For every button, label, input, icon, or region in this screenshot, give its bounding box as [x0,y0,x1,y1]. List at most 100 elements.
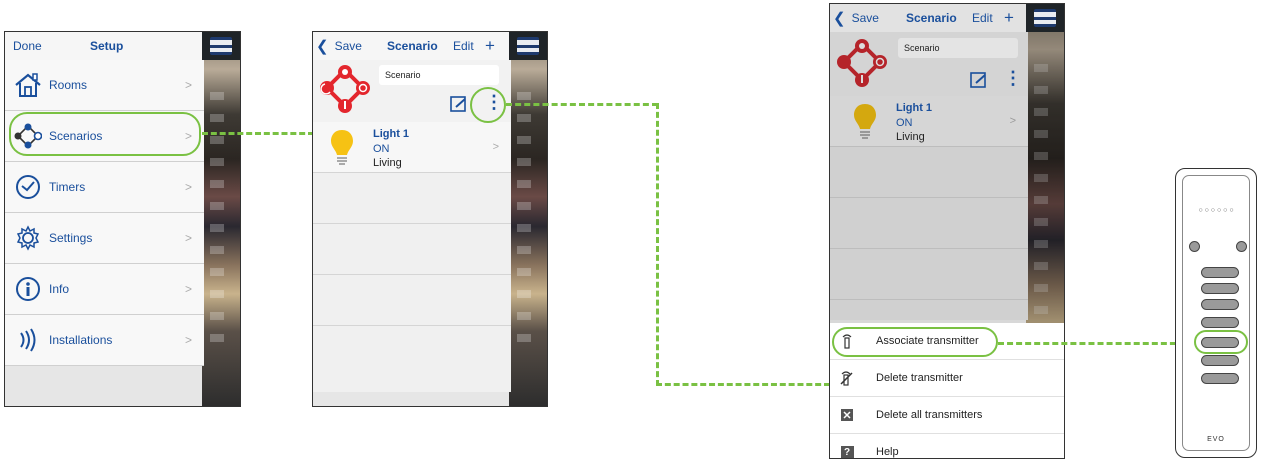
remote-face [1182,175,1250,451]
back-chevron-icon[interactable]: ❮ [316,37,329,55]
chevron-right-icon: > [184,333,192,347]
empty-row [313,275,511,326]
chevron-right-icon: > [184,282,192,296]
remote-channel-button[interactable] [1201,283,1239,294]
device-room: Living [896,131,925,143]
menu-item-info[interactable]: Info > [5,264,204,315]
signal-icon [13,325,43,355]
scenario-header: Scenario ⋮ [830,32,1028,96]
device-row[interactable]: Light 1 ON Living > [830,96,1028,147]
remote-led-dots: ○ ○ ○ ○ ○ ○ [1198,207,1234,214]
help-item[interactable]: ? Help [830,434,1064,458]
connector-line [998,342,1194,345]
remote-channel-button[interactable] [1201,317,1239,328]
help-icon: ? [838,443,856,458]
edit-note-icon[interactable] [450,96,468,117]
sheet-item-label: Delete all transmitters [876,409,983,421]
menu-item-label: Settings [49,231,93,245]
remote-channel-button[interactable] [1201,267,1239,278]
scenario-name-field[interactable]: Scenario [379,65,499,85]
scenario-name-value: Scenario [904,43,940,53]
evo-remote-transmitter: ○ ○ ○ ○ ○ ○ EVO [1175,168,1257,458]
chevron-right-icon: > [1009,115,1016,127]
page-title: Setup [90,39,124,53]
page-title: Scenario [387,39,438,53]
delete-all-icon [838,406,856,424]
device-list: Light 1 ON Living > [313,122,511,392]
remote-delete-icon [838,369,856,387]
remote-channel-button[interactable] [1201,355,1239,366]
page-title: Scenario [906,11,957,25]
device-name: Light 1 [896,102,933,114]
chevron-right-icon: > [184,231,192,245]
menu-item-installations[interactable]: Installations > [5,315,204,366]
chevron-right-icon: > [492,141,499,153]
clock-icon [13,172,43,202]
menu-button[interactable] [509,32,547,60]
remote-button-highlight [1194,330,1248,354]
menu-item-label: Rooms [49,78,88,92]
info-icon [13,274,43,304]
scenario-screen: ❮ Save Scenario Edit + Scenario ⋮ Light … [312,31,548,407]
menu-item-timers[interactable]: Timers > [5,162,204,213]
device-state: ON [896,117,913,129]
connector-line [656,103,659,386]
delete-all-transmitters-item[interactable]: Delete all transmitters [830,397,1064,434]
background-photo [202,32,240,406]
device-row[interactable]: Light 1 ON Living > [313,122,511,173]
hamburger-icon [210,37,232,55]
light-bulb-icon [329,128,355,171]
menu-button[interactable] [202,32,240,60]
menu-item-label: Installations [49,333,113,347]
menu-item-label: Timers [49,180,86,194]
device-state: ON [373,143,390,155]
save-button[interactable]: Save [852,11,879,25]
more-options-highlight [470,87,506,123]
setup-topbar: Done Setup [5,32,204,60]
connector-line [506,103,658,106]
add-button[interactable]: + [485,36,495,56]
chevron-right-icon: > [184,180,192,194]
menu-item-settings[interactable]: Settings > [5,213,204,264]
remote-right-button[interactable] [1236,241,1247,252]
sheet-item-label: Help [876,446,899,458]
light-bulb-icon [852,102,878,145]
scenario-logo-icon [836,38,888,95]
scenario-name-field[interactable]: Scenario [898,38,1018,58]
empty-row [830,198,1028,249]
scenario-topbar: ❮ Save Scenario Edit + [830,4,1028,32]
scenario-actions-screen: ❮ Save Scenario Edit + Scenario ⋮ Light … [829,3,1065,459]
scenario-topbar: ❮ Save Scenario Edit + [313,32,511,60]
connector-line [202,132,314,135]
setup-menu-list: Rooms > Scenarios > Timers > Settings > [5,60,204,366]
scenario-logo-icon [319,64,371,121]
device-list: Light 1 ON Living > [830,96,1028,320]
remote-channel-button[interactable] [1201,373,1239,384]
scenario-name-value: Scenario [385,70,421,80]
save-button[interactable]: Save [335,39,362,53]
menu-item-rooms[interactable]: Rooms > [5,60,204,111]
done-button[interactable]: Done [13,39,42,53]
chevron-right-icon: > [184,78,192,92]
remote-channel-button[interactable] [1201,299,1239,310]
back-chevron-icon[interactable]: ❮ [833,9,846,27]
scenarios-highlight [9,112,201,156]
hamburger-icon [1034,9,1056,27]
remote-left-button[interactable] [1189,241,1200,252]
add-button[interactable]: + [1004,8,1014,28]
remote-brand-logo: EVO [1207,436,1225,443]
setup-screen: Done Setup Rooms > Scenarios > Timers > [4,31,241,407]
hamburger-icon [517,37,539,55]
edit-button[interactable]: Edit [972,11,993,25]
connector-line [656,383,830,386]
more-options-icon[interactable]: ⋮ [1004,69,1022,87]
menu-button[interactable] [1026,4,1064,32]
background-photo [509,32,547,406]
gear-icon [13,223,43,253]
empty-row [313,173,511,224]
device-room: Living [373,157,402,169]
edit-button[interactable]: Edit [453,39,474,53]
edit-note-icon[interactable] [970,72,988,93]
device-name: Light 1 [373,128,410,140]
delete-transmitter-item[interactable]: Delete transmitter [830,360,1064,397]
